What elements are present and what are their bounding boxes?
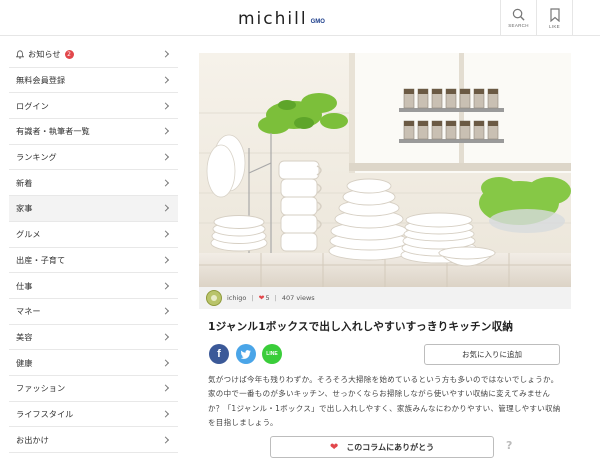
like-button[interactable]: LIKE xyxy=(536,0,572,36)
sidebar-item-new[interactable]: 新着 xyxy=(9,170,178,197)
site-logo[interactable]: michill GMO xyxy=(238,7,325,29)
author-avatar[interactable] xyxy=(206,290,222,306)
sidebar-item-label: 仕事 xyxy=(16,280,33,291)
sidebar-item-fashion[interactable]: ファッション xyxy=(9,376,178,402)
sidebar-item-childcare[interactable]: 出産・子育て xyxy=(9,248,178,274)
chevron-right-icon xyxy=(161,307,170,315)
sidebar-item-label: マネー xyxy=(16,306,41,317)
meta-divider: | xyxy=(251,294,254,302)
sidebar-item-label: グルメ xyxy=(16,229,41,240)
sidebar-item-label: ファッション xyxy=(16,383,66,394)
sidebar-item-label: 出産・子育て xyxy=(16,254,66,265)
add-favorite-button[interactable]: お気に入りに追加 xyxy=(424,344,560,365)
like-label: LIKE xyxy=(549,23,560,29)
sidebar-item-label: ログイン xyxy=(16,100,49,111)
search-icon xyxy=(512,8,525,21)
facebook-icon: f xyxy=(217,348,221,360)
meta-divider: | xyxy=(274,294,277,302)
chevron-right-icon xyxy=(161,76,170,84)
sidebar-item-lifestyle[interactable]: ライフスタイル xyxy=(9,402,178,428)
article-title: 1ジャンル1ボックスで出し入れしやすいすっきりキッチン収納 xyxy=(208,321,514,333)
sidebar-item-health[interactable]: 健康 xyxy=(9,350,178,376)
chevron-right-icon xyxy=(161,204,170,213)
view-count: 407 views xyxy=(281,294,315,302)
line-share-button[interactable]: LINE xyxy=(262,344,282,364)
sidebar-item-ranking[interactable]: ランキング xyxy=(9,145,178,171)
sidebar-item-label: 有識者・執筆者一覧 xyxy=(16,126,90,137)
like-count: 5 xyxy=(265,294,270,302)
twitter-icon xyxy=(241,349,251,359)
line-icon: LINE xyxy=(266,351,278,357)
heart-icon: ❤ xyxy=(258,294,265,302)
chevron-right-icon xyxy=(161,127,170,135)
twitter-share-button[interactable] xyxy=(236,344,256,364)
sidebar-item-beauty[interactable]: 美容 xyxy=(9,325,178,351)
sidebar-item-work[interactable]: 仕事 xyxy=(9,273,178,299)
sidebar-item-experts[interactable]: 有識者・執筆者一覧 xyxy=(9,119,178,145)
thanks-button[interactable]: ❤ このコラムにありがとう xyxy=(270,436,494,458)
sidebar-item-login[interactable]: ログイン xyxy=(9,93,178,120)
sidebar-item-label: 新着 xyxy=(16,177,33,188)
article-meta-bar: ichigo | ❤ 5 | 407 views xyxy=(199,287,571,309)
sidebar-item-housework[interactable]: 家事 xyxy=(9,196,178,222)
sidebar-item-label: 家事 xyxy=(16,203,33,214)
chevron-right-icon xyxy=(161,281,170,290)
sidebar-item-money[interactable]: マネー xyxy=(9,299,178,325)
bell-icon xyxy=(16,50,24,59)
search-button[interactable]: SEARCH xyxy=(500,0,536,36)
chevron-right-icon xyxy=(161,256,170,264)
sidebar-item-outing[interactable]: お出かけ xyxy=(9,427,178,453)
chevron-right-icon xyxy=(161,333,170,341)
search-label: SEARCH xyxy=(508,23,529,28)
sidebar-item-label: 無料会員登録 xyxy=(16,75,66,86)
chevron-right-icon xyxy=(161,50,170,58)
sidebar-item-gourmet[interactable]: グルメ xyxy=(9,222,178,248)
author-name[interactable]: ichigo xyxy=(227,294,246,302)
facebook-share-button[interactable]: f xyxy=(209,344,229,364)
chevron-right-icon xyxy=(161,179,170,187)
sidebar-item-label: ライフスタイル xyxy=(16,408,74,419)
article-body: 気がつけば今年も残りわずか。そろそろ大掃除を始めているという方も多いのではないで… xyxy=(208,375,561,427)
article-hero-image xyxy=(199,53,571,287)
site-header: michill GMO SEARCH LIKE xyxy=(0,0,600,36)
heart-icon: ❤ xyxy=(329,441,339,453)
sidebar-item-label: 美容 xyxy=(16,331,33,342)
bookmark-icon xyxy=(549,7,560,22)
logo-text: michill xyxy=(238,9,308,29)
chevron-right-icon xyxy=(161,384,170,392)
sidebar-item-label: お知らせ xyxy=(28,49,61,60)
chevron-right-icon xyxy=(161,102,170,110)
help-icon[interactable]: ? xyxy=(506,439,518,453)
sidebar-nav: お知らせ 2 無料会員登録 ログイン 有識者・執筆者一覧 ランキング 新着 家事… xyxy=(9,42,178,453)
sidebar-item-register[interactable]: 無料会員登録 xyxy=(9,68,178,94)
chevron-right-icon xyxy=(161,410,170,418)
sidebar-item-label: ランキング xyxy=(16,152,57,163)
chevron-right-icon xyxy=(161,436,170,444)
thanks-label: このコラムにありがとう xyxy=(346,442,435,452)
sidebar-item-news[interactable]: お知らせ 2 xyxy=(9,42,178,68)
notification-badge: 2 xyxy=(64,49,74,59)
logo-sub: GMO xyxy=(310,19,325,25)
sidebar-item-label: お出かけ xyxy=(16,434,49,445)
chevron-right-icon xyxy=(161,230,170,238)
chevron-right-icon xyxy=(161,359,170,367)
chevron-right-icon xyxy=(161,153,170,161)
header-edge xyxy=(572,0,600,36)
sidebar-item-label: 健康 xyxy=(16,357,33,368)
